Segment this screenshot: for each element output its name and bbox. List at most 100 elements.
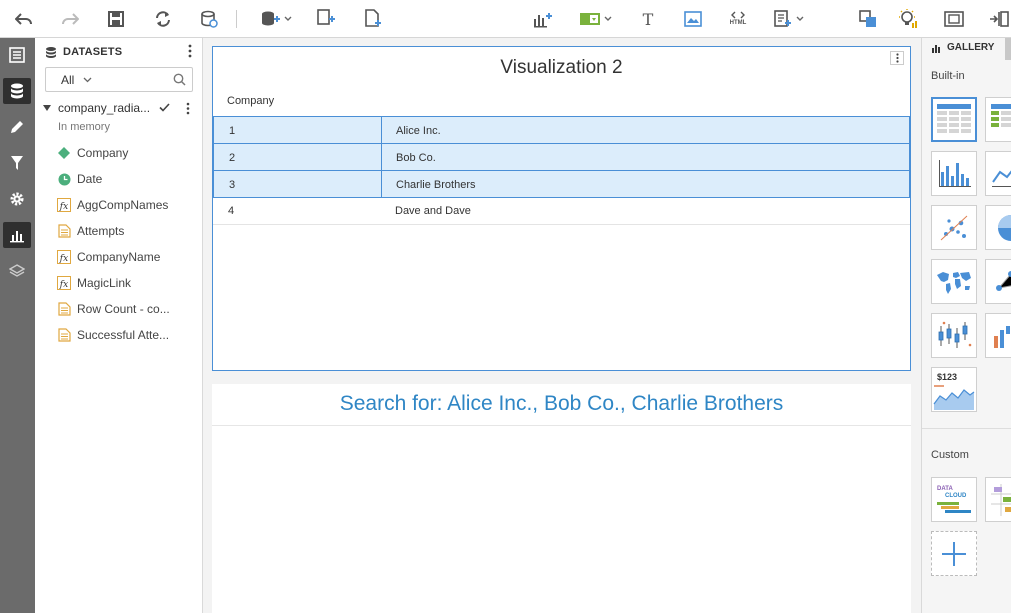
html-label: HTML xyxy=(729,20,747,26)
layers-icon[interactable] xyxy=(3,258,31,284)
dataset-source-item[interactable]: company_radia... xyxy=(43,100,198,116)
color-swatch-icon xyxy=(580,13,600,25)
add-widget-button[interactable] xyxy=(771,7,807,31)
collapse-panel-icon[interactable] xyxy=(988,7,1010,31)
svg-text:T: T xyxy=(643,11,654,27)
settings-gear-icon[interactable] xyxy=(3,186,31,212)
gallery-divider xyxy=(922,428,1011,429)
field-item[interactable]: Company xyxy=(57,144,128,162)
datasets-icon[interactable] xyxy=(3,78,31,104)
pie-chart-icon xyxy=(998,214,1011,241)
table-viz-tile[interactable] xyxy=(931,97,977,142)
custom-label: Custom xyxy=(931,449,969,461)
boxplot-chart-tile[interactable] xyxy=(931,313,977,358)
map-chart-tile[interactable] xyxy=(931,259,977,304)
table-row[interactable]: 3 Charlie Brothers xyxy=(213,170,910,198)
field-item[interactable]: Date xyxy=(57,170,102,188)
bar-chart-tile[interactable] xyxy=(931,151,977,196)
edit-pencil-icon[interactable] xyxy=(3,114,31,140)
refresh-icon[interactable] xyxy=(151,7,175,31)
datasets-menu-icon[interactable] xyxy=(188,44,192,63)
left-rail xyxy=(0,38,35,613)
bar-chart-icon xyxy=(939,159,971,187)
add-chart-icon[interactable] xyxy=(532,7,554,31)
field-item[interactable]: fx CompanyName xyxy=(57,248,160,266)
layer-order-icon[interactable] xyxy=(857,7,879,31)
dataset-source-name: company_radia... xyxy=(58,101,151,115)
row-value: Bob Co. xyxy=(396,152,436,164)
chart-icon xyxy=(932,44,940,53)
column-header[interactable]: Company xyxy=(227,95,274,107)
waterfall-icon xyxy=(994,325,1010,348)
visualization-menu-icon[interactable] xyxy=(890,51,904,65)
dataset-filter-select[interactable]: All xyxy=(61,73,74,87)
plus-icon xyxy=(942,541,966,566)
field-label: MagicLink xyxy=(77,276,132,290)
visualization-card[interactable]: Visualization 2 Company 1 Alice Inc. 2 B… xyxy=(212,46,911,371)
color-filter-button[interactable] xyxy=(578,7,614,31)
add-custom-chart-button[interactable] xyxy=(931,531,977,576)
pie-chart-tile[interactable] xyxy=(985,205,1011,250)
field-item[interactable]: Row Count - co... xyxy=(57,300,170,318)
dataset-refresh-icon[interactable] xyxy=(197,7,221,31)
cell-divider xyxy=(381,117,382,143)
table-row[interactable]: 1 Alice Inc. xyxy=(213,116,910,144)
world-map-icon xyxy=(937,271,971,294)
waterfall-chart-tile[interactable] xyxy=(985,313,1011,358)
save-icon[interactable] xyxy=(104,7,128,31)
chevron-down-icon xyxy=(284,16,292,21)
network-icon xyxy=(996,270,1011,291)
add-dataset-button[interactable] xyxy=(258,7,294,31)
line-chart-tile[interactable] xyxy=(985,151,1011,196)
gantt-icon xyxy=(991,483,1011,516)
search-text-card[interactable]: Search for: Alice Inc., Bob Co., Charlie… xyxy=(212,384,911,613)
datasets-panel: DATASETS All company_radia... In memory … xyxy=(35,38,203,613)
datacloud-custom-tile[interactable]: DATA CLOUD xyxy=(931,477,977,522)
filter-icon[interactable] xyxy=(3,150,31,176)
measure-icon xyxy=(57,328,71,342)
fit-screen-icon[interactable] xyxy=(943,7,965,31)
dataset-filter[interactable]: All xyxy=(45,67,193,92)
row-index: 2 xyxy=(229,152,236,164)
pages-icon[interactable] xyxy=(3,42,31,68)
checkmark-icon xyxy=(159,103,170,112)
field-label: Successful Atte... xyxy=(77,328,170,342)
formula-icon: fx xyxy=(57,276,71,290)
scatter-chart-tile[interactable] xyxy=(931,205,977,250)
svg-text:fx: fx xyxy=(59,280,68,290)
gantt-custom-tile[interactable] xyxy=(985,477,1011,522)
database-icon xyxy=(46,46,56,58)
insights-bulb-icon[interactable] xyxy=(897,7,919,31)
chevron-down-icon xyxy=(796,16,804,21)
add-page-icon[interactable] xyxy=(362,7,384,31)
redo-icon[interactable] xyxy=(58,7,82,31)
undo-icon[interactable] xyxy=(12,7,36,31)
line-chart-icon xyxy=(992,169,1011,187)
gallery-panel: GALLERY Built-in $123 Custom DATA CLOUD xyxy=(921,38,1011,613)
gallery-header: GALLERY xyxy=(932,42,994,53)
crosstab-viz-tile[interactable] xyxy=(985,97,1011,142)
search-title: Search for: Alice Inc., Bob Co., Charlie… xyxy=(339,392,784,415)
kpi-chart-tile[interactable]: $123 xyxy=(931,367,977,412)
text-icon[interactable]: T xyxy=(637,7,659,31)
datacloud-bars-icon xyxy=(937,501,971,513)
duplicate-page-icon[interactable] xyxy=(315,7,337,31)
field-item[interactable]: Attempts xyxy=(57,222,124,240)
cell-divider xyxy=(381,171,382,197)
formula-icon: fx xyxy=(57,198,71,212)
field-item[interactable]: fx MagicLink xyxy=(57,274,131,292)
image-icon[interactable] xyxy=(682,7,704,31)
gallery-scrollbar[interactable] xyxy=(1005,38,1011,60)
network-chart-tile[interactable] xyxy=(985,259,1011,304)
field-label: Row Count - co... xyxy=(77,302,170,316)
visualization-chart-icon[interactable] xyxy=(3,222,31,248)
datasets-title: DATASETS xyxy=(63,46,123,58)
table-row[interactable]: 2 Bob Co. xyxy=(213,143,910,171)
field-item[interactable]: Successful Atte... xyxy=(57,326,169,344)
field-item[interactable]: fx AggCompNames xyxy=(57,196,168,214)
visualization-title: Visualization 2 xyxy=(500,57,623,78)
html-icon[interactable]: HTML xyxy=(726,7,750,31)
row-value: Dave and Dave xyxy=(395,205,471,217)
table-row[interactable]: 4 Dave and Dave xyxy=(213,197,910,225)
dimension-icon xyxy=(57,146,71,160)
